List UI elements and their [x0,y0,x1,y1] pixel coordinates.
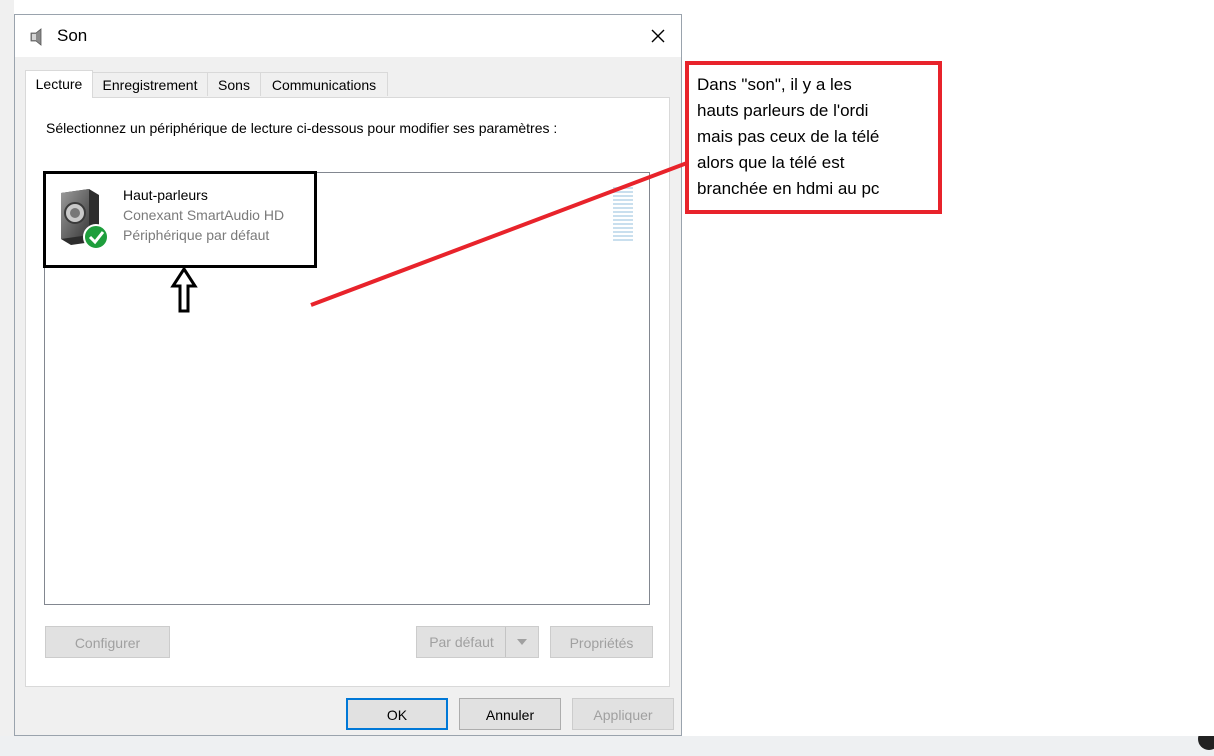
ok-button[interactable]: OK [346,698,448,730]
annotation-line: hauts parleurs de l'ordi [697,101,869,120]
cancel-button[interactable]: Annuler [459,698,561,730]
sound-dialog: Son Lecture Enregistrement Sons Communic… [14,14,682,736]
volume-level-meter [613,187,633,243]
tab-lecture[interactable]: Lecture [25,70,93,98]
set-default-dropdown[interactable] [505,627,538,657]
window-title: Son [57,26,88,45]
annotation-callout: Dans "son", il y a les hauts parleurs de… [685,61,942,214]
tab-sons[interactable]: Sons [207,72,261,96]
background-page-strip [0,736,1214,756]
apply-button[interactable]: Appliquer [572,698,674,730]
title-bar[interactable]: Son [15,15,681,57]
highlight-box [43,171,317,268]
panel-instruction: Sélectionnez un périphérique de lecture … [46,120,558,136]
tab-enregistrement[interactable]: Enregistrement [92,72,208,96]
background-dot [1198,736,1214,750]
annotation-line: mais pas ceux de la télé [697,127,880,146]
set-default-label: Par défaut [429,634,494,650]
set-default-button[interactable]: Par défaut [416,626,539,658]
annotation-line: alors que la télé est [697,153,845,172]
close-icon [651,29,665,43]
properties-button[interactable]: Propriétés [550,626,653,658]
annotation-line: branchée en hdmi au pc [697,179,880,198]
close-button[interactable] [635,15,681,57]
configure-button[interactable]: Configurer [45,626,170,658]
annotation-line: Dans "son", il y a les [697,75,852,94]
tab-communications[interactable]: Communications [260,72,388,96]
background-page-edge [0,0,14,756]
speaker-app-icon [30,28,42,46]
chevron-down-icon [517,639,527,645]
up-arrow-icon [170,266,198,313]
